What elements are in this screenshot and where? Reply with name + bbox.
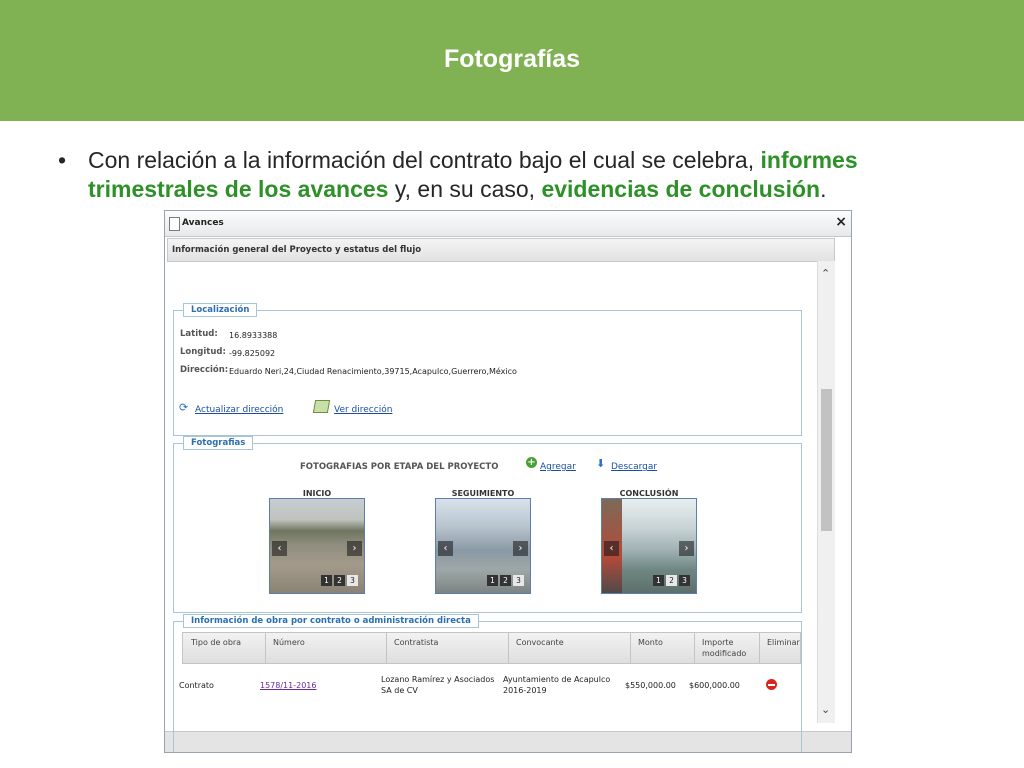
stage-label-conclusion: CONCLUSIÓN	[619, 489, 679, 498]
contract-number-link[interactable]: 1578/11-2016	[260, 680, 316, 691]
cell-contratista: Lozano Ramírez y Asociados SA de CV	[381, 675, 495, 695]
page-button-2[interactable]: 2	[334, 575, 345, 586]
avances-window: Avances × Información general del Proyec…	[164, 210, 852, 753]
col-numero: Número	[273, 638, 305, 647]
next-photo-button[interactable]: ›	[679, 541, 694, 556]
prev-photo-button[interactable]: ‹	[272, 541, 287, 556]
close-icon[interactable]: ×	[835, 214, 847, 230]
section-header-text: Información general del Proyecto y estat…	[172, 245, 422, 255]
latitud-value: 16.8933388	[229, 331, 278, 340]
section-header: Información general del Proyecto y estat…	[167, 238, 835, 262]
obra-panel: Información de obra por contrato o admin…	[173, 614, 802, 752]
bullet-text: Con relación a la información del contra…	[88, 146, 988, 204]
col-separator	[508, 633, 509, 663]
descargar-link[interactable]: Descargar	[611, 462, 657, 472]
window-titlebar: Avances ×	[165, 211, 851, 237]
slide-header: Fotografías	[0, 0, 1024, 121]
cell-importe: $600,000.00	[689, 681, 740, 690]
col-separator	[759, 633, 760, 663]
prev-photo-button[interactable]: ‹	[438, 541, 453, 556]
scroll-up-icon[interactable]: ⌃	[821, 267, 830, 280]
col-separator	[265, 633, 266, 663]
scroll-down-icon[interactable]: ⌄	[821, 703, 830, 716]
delete-icon[interactable]	[766, 679, 777, 690]
col-importe: Importe modificado	[702, 638, 747, 658]
obra-legend: Información de obra por contrato o admin…	[183, 614, 479, 628]
fotografias-legend: Fotografias	[183, 436, 254, 450]
cell-tipo: Contrato	[179, 681, 214, 690]
page-button-1[interactable]: 1	[653, 575, 664, 586]
bullet-text-1: Con relación a la información del contra…	[88, 147, 761, 173]
refresh-icon[interactable]: ⟳	[179, 401, 188, 414]
stage-label-seguimiento: SEGUIMIENTO	[451, 489, 515, 498]
longitud-value: -99.825092	[229, 349, 276, 358]
doc-icon	[169, 217, 180, 231]
photo-pager: 123	[319, 568, 358, 587]
bullet-highlight-2: evidencias de conclusión	[541, 176, 821, 202]
cell-monto: $550,000.00	[625, 681, 676, 690]
photo-inicio[interactable]: ‹ › 123	[269, 498, 365, 594]
col-convocante: Convocante	[516, 638, 564, 647]
col-tipo: Tipo de obra	[191, 638, 242, 647]
page-button-1[interactable]: 1	[487, 575, 498, 586]
fotografias-heading: FOTOGRAFIAS POR ETAPA DEL PROYECTO	[300, 462, 499, 472]
col-separator	[630, 633, 631, 663]
actualizar-direccion-link[interactable]: Actualizar dirección	[195, 405, 283, 415]
stage-label-inicio: INICIO	[302, 489, 332, 498]
vertical-scrollbar[interactable]: ⌃ ⌄	[817, 261, 835, 723]
page-button-3[interactable]: 3	[347, 575, 358, 586]
col-separator	[694, 633, 695, 663]
page-button-1[interactable]: 1	[321, 575, 332, 586]
next-photo-button[interactable]: ›	[513, 541, 528, 556]
map-icon[interactable]	[312, 400, 331, 413]
col-monto: Monto	[638, 638, 663, 647]
longitud-label: Longitud:	[180, 347, 226, 357]
col-contratista: Contratista	[394, 638, 439, 647]
add-icon[interactable]: +	[526, 457, 537, 468]
fotografias-panel: Fotografias FOTOGRAFIAS POR ETAPA DEL PR…	[173, 436, 802, 613]
download-icon[interactable]: ⬇	[596, 457, 605, 470]
localizacion-legend: Localización	[183, 303, 258, 317]
page-button-3[interactable]: 3	[513, 575, 524, 586]
slide-title: Fotografías	[443, 45, 581, 73]
photo-pager: 123	[651, 568, 690, 587]
localizacion-panel: Localización Latitud: 16.8933388 Longitu…	[173, 303, 802, 436]
col-eliminar: Eliminar	[767, 638, 800, 647]
prev-photo-button[interactable]: ‹	[604, 541, 619, 556]
col-separator	[386, 633, 387, 663]
bullet-text-3: .	[820, 176, 827, 202]
window-title: Avances	[182, 218, 224, 228]
page-button-2[interactable]: 2	[666, 575, 677, 586]
page-button-2[interactable]: 2	[500, 575, 511, 586]
cell-convocante: Ayuntamiento de Acapulco 2016-2019	[503, 675, 611, 695]
direccion-value: Eduardo Neri,24,Ciudad Renacimiento,3971…	[229, 367, 517, 376]
photo-pager: 123	[485, 568, 524, 587]
scroll-thumb[interactable]	[821, 389, 832, 531]
page-button-3[interactable]: 3	[679, 575, 690, 586]
ver-direccion-link[interactable]: Ver dirección	[334, 405, 392, 415]
photo-seguimiento[interactable]: ‹ › 123	[435, 498, 531, 594]
bullet-dot: •	[58, 147, 67, 173]
next-photo-button[interactable]: ›	[347, 541, 362, 556]
direccion-label: Dirección:	[180, 365, 229, 375]
photo-conclusion[interactable]: ‹ › 123	[601, 498, 697, 594]
obra-table-header: Tipo de obra Número Contratista Convocan…	[182, 632, 801, 664]
latitud-label: Latitud:	[180, 329, 218, 339]
agregar-link[interactable]: Agregar	[540, 462, 576, 472]
bullet-text-2: y, en su caso,	[388, 176, 542, 202]
